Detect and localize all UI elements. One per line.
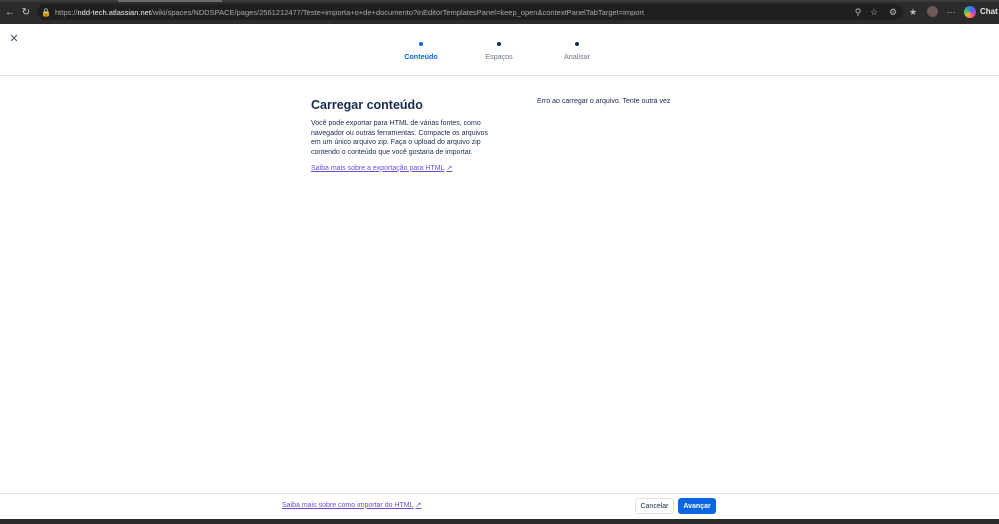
learn-more-export-label: Saiba mais sobre a exportação para HTML [311, 164, 445, 172]
copilot-icon[interactable] [964, 6, 976, 18]
favorites-icon[interactable]: ★ [907, 5, 919, 19]
next-button[interactable]: Avançar [678, 498, 716, 514]
active-tab[interactable] [118, 0, 222, 2]
more-options-icon[interactable]: ⋯ [945, 5, 957, 19]
external-link-icon: ↗ [415, 502, 422, 509]
back-icon[interactable]: ← [3, 5, 17, 19]
step-review: Analisar [537, 40, 617, 61]
url-text: https://ndd-tech.atlassian.net/wiki/spac… [55, 8, 644, 17]
taskbar-strip [0, 519, 999, 524]
profile-avatar[interactable] [927, 6, 938, 17]
learn-more-import-label: Saiba mais sobre como importar do HTML [282, 501, 414, 509]
address-bar[interactable]: 🔒 https://ndd-tech.atlassian.net/wiki/sp… [37, 4, 903, 20]
step-spaces: Espaços [459, 40, 539, 61]
upload-error-message: Erro ao carregar o arquivo. Tente outra … [537, 98, 671, 105]
external-link-icon: ↗ [446, 165, 453, 172]
url-prefix: https:// [55, 7, 78, 17]
cancel-button[interactable]: Cancelar [635, 498, 674, 514]
step-label: Analisar [564, 52, 590, 61]
step-content: Conteúdo [381, 40, 461, 61]
step-dot [575, 42, 579, 46]
learn-more-import-link[interactable]: Saiba mais sobre como importar do HTML ↗ [282, 501, 422, 510]
step-dot [497, 42, 501, 46]
refresh-icon[interactable]: ↻ [19, 5, 33, 19]
description-text: Você pode exportar para HTML de várias f… [311, 120, 489, 156]
footer-divider [0, 493, 999, 494]
step-dot [419, 42, 423, 46]
tab-strip [0, 0, 999, 2]
extensions-icon[interactable]: ⚙ [887, 5, 899, 19]
url-host: ndd-tech.atlassian.net [77, 7, 151, 17]
browser-toolbar: ← ↻ 🔒 https://ndd-tech.atlassian.net/wik… [0, 0, 999, 24]
zoom-icon[interactable]: ⚲ [852, 5, 864, 19]
progress-stepper: Conteúdo Espaços Analisar [0, 40, 999, 64]
lock-icon: 🔒 [41, 7, 51, 17]
page-title: Carregar conteúdo [311, 98, 423, 112]
favorite-star-icon[interactable]: ☆ [868, 5, 880, 19]
learn-more-export-link[interactable]: Saiba mais sobre a exportação para HTML … [311, 164, 453, 173]
url-path: /wiki/spaces/NDDSPACE/pages/2561212477/T… [150, 7, 644, 17]
chat-button[interactable]: Chat [980, 7, 998, 16]
header-divider [0, 75, 999, 76]
step-label: Espaços [485, 52, 513, 61]
step-label: Conteúdo [404, 52, 438, 61]
